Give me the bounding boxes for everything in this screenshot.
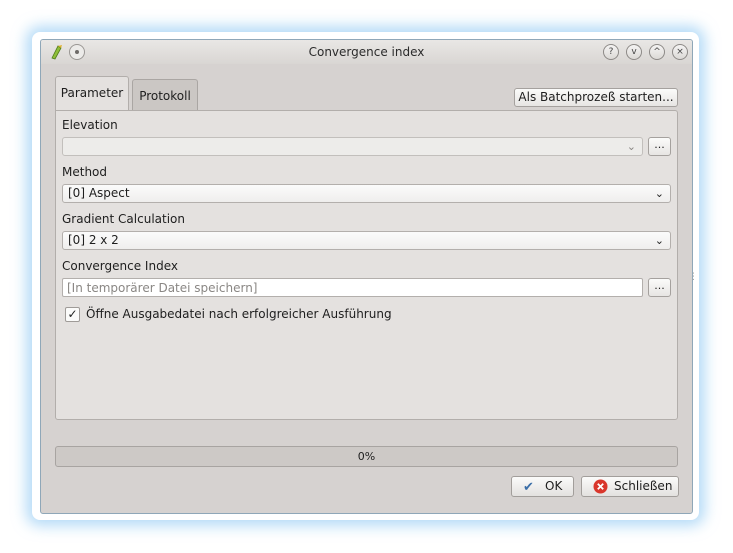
minimize-button[interactable]: v — [626, 44, 642, 60]
elevation-label: Elevation — [62, 118, 118, 132]
method-label: Method — [62, 165, 108, 179]
chevron-down-icon: ⌄ — [654, 234, 664, 247]
help-button[interactable]: ? — [603, 44, 619, 60]
gradient-select[interactable]: [0] 2 x 2 ⌄ — [62, 231, 671, 250]
elevation-select[interactable]: ⌄ — [62, 137, 643, 156]
chevron-down-icon: ⌄ — [654, 187, 664, 200]
convergence-label: Convergence Index — [62, 259, 178, 273]
method-value: [0] Aspect — [68, 186, 130, 200]
elevation-browse-button[interactable]: ... — [648, 137, 671, 156]
open-output-checkbox[interactable]: ✓ — [65, 307, 80, 322]
progress-bar: 0% — [55, 446, 678, 467]
chevron-down-icon: ⌄ — [626, 140, 636, 153]
tab-parameter[interactable]: Parameter — [55, 76, 129, 110]
gradient-value: [0] 2 x 2 — [68, 233, 119, 247]
gradient-label: Gradient Calculation — [62, 212, 185, 226]
dialog-window: Convergence index ? v ^ × Parameter Prot… — [40, 39, 693, 514]
close-label: Schließen — [614, 479, 673, 493]
open-output-label: Öffne Ausgabedatei nach erfolgreicher Au… — [86, 307, 392, 321]
ok-label: OK — [545, 479, 563, 493]
tab-protokoll[interactable]: Protokoll — [132, 79, 198, 110]
window-title: Convergence index — [308, 45, 425, 59]
ok-button[interactable]: ✔ OK — [511, 476, 574, 497]
convergence-output-field[interactable] — [62, 278, 643, 297]
parameter-panel: Elevation ⌄ ... Method [0] Aspect ⌄ Grad… — [55, 110, 678, 420]
convergence-output-input[interactable] — [67, 279, 642, 296]
checkmark-icon: ✓ — [67, 307, 78, 321]
title-bar[interactable]: Convergence index ? v ^ × — [41, 40, 692, 64]
progress-text: 0% — [357, 450, 376, 463]
convergence-browse-button[interactable]: ... — [648, 278, 671, 297]
check-icon: ✔ — [523, 480, 534, 495]
method-select[interactable]: [0] Aspect ⌄ — [62, 184, 671, 203]
close-button[interactable]: Schließen — [581, 476, 679, 497]
close-window-button[interactable]: × — [672, 44, 688, 60]
resize-grip[interactable]: ⋮ — [689, 272, 698, 282]
close-circle-icon — [593, 479, 608, 500]
batch-process-button[interactable]: Als Batchprozeß starten... — [514, 88, 678, 107]
maximize-button[interactable]: ^ — [649, 44, 665, 60]
